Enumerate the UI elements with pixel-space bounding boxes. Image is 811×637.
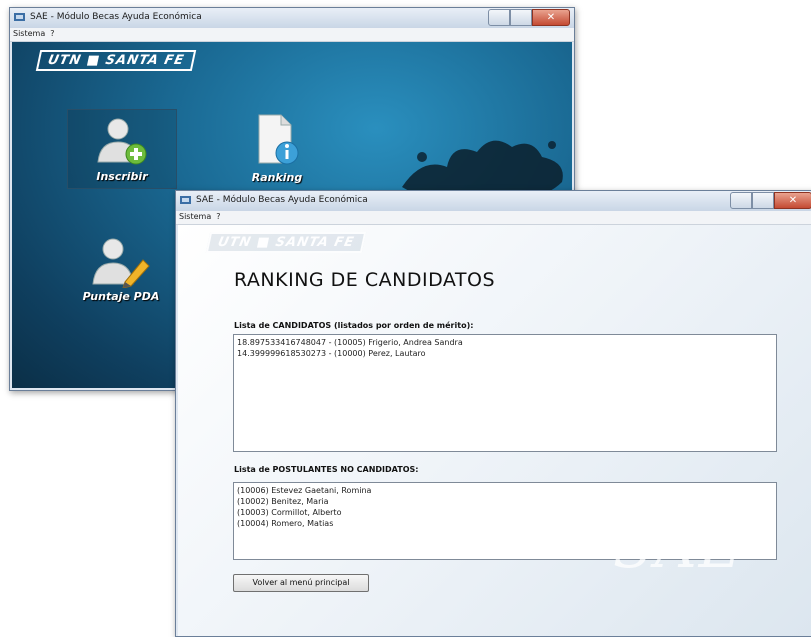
maximize-button[interactable]: [752, 192, 774, 209]
user-edit-icon: [92, 238, 150, 288]
add-user-icon: [97, 118, 147, 165]
menu-help[interactable]: ?: [213, 211, 222, 221]
utn-logo: UTN ■ SANTA FE: [205, 232, 367, 253]
page-title: RANKING DE CANDIDATOS: [234, 269, 496, 291]
ranking-window: SAE - Módulo Becas Ayuda Económica ✕ Sis…: [175, 190, 811, 637]
tile-inscribir-label: Inscribir: [96, 170, 148, 183]
sae-watermark: SAE: [613, 513, 743, 581]
ranking-content: UTN ■ SANTA FE RANKING DE CANDIDATOS Lis…: [178, 225, 811, 636]
minimize-button[interactable]: [730, 192, 752, 209]
maximize-button[interactable]: [510, 9, 532, 26]
tile-ranking-label: Ranking: [251, 171, 303, 184]
tile-inscribir[interactable]: Inscribir: [67, 109, 177, 189]
window-controls: ✕: [730, 192, 811, 209]
menu-sistema[interactable]: Sistema: [176, 211, 213, 221]
list-item[interactable]: 18.897533416748047 - (10005) Frigerio, A…: [237, 337, 773, 348]
app-icon: [180, 196, 191, 204]
tile-puntaje-pda[interactable]: Puntaje PDA: [67, 234, 175, 312]
ranking-window-titlebar[interactable]: SAE - Módulo Becas Ayuda Económica ✕: [176, 191, 811, 211]
candidates-label: Lista de CANDIDATOS (listados por orden …: [234, 321, 474, 330]
non-candidates-label: Lista de POSTULANTES NO CANDIDATOS:: [234, 465, 419, 474]
main-window-titlebar[interactable]: SAE - Módulo Becas Ayuda Económica ✕: [10, 8, 574, 28]
main-window-title: SAE - Módulo Becas Ayuda Económica: [30, 12, 202, 22]
utn-logo: UTN ■ SANTA FE: [35, 50, 197, 71]
main-menubar: Sistema?: [10, 28, 574, 42]
list-item[interactable]: (10006) Estevez Gaetani, Romina: [237, 485, 773, 496]
ranking-window-title: SAE - Módulo Becas Ayuda Económica: [196, 195, 368, 205]
close-icon: ✕: [546, 12, 556, 23]
document-info-icon: [258, 114, 299, 165]
window-controls: ✕: [488, 9, 570, 26]
app-icon: [14, 13, 25, 21]
candidates-list[interactable]: 18.897533416748047 - (10005) Frigerio, A…: [233, 334, 777, 452]
close-button[interactable]: ✕: [532, 9, 570, 26]
minimize-button[interactable]: [488, 9, 510, 26]
menu-sistema[interactable]: Sistema: [10, 28, 47, 38]
back-to-main-menu-button[interactable]: Volver al menú principal: [233, 574, 369, 592]
list-item[interactable]: (10002) Benitez, Maria: [237, 496, 773, 507]
tile-ranking[interactable]: Ranking: [237, 109, 317, 187]
list-item[interactable]: 14.399999618530273 - (10000) Perez, Laut…: [237, 348, 773, 359]
menu-help[interactable]: ?: [47, 28, 56, 38]
close-button[interactable]: ✕: [774, 192, 811, 209]
close-icon: ✕: [788, 195, 798, 206]
tile-puntaje-pda-label: Puntaje PDA: [82, 290, 160, 303]
ranking-menubar: Sistema?: [176, 211, 811, 225]
